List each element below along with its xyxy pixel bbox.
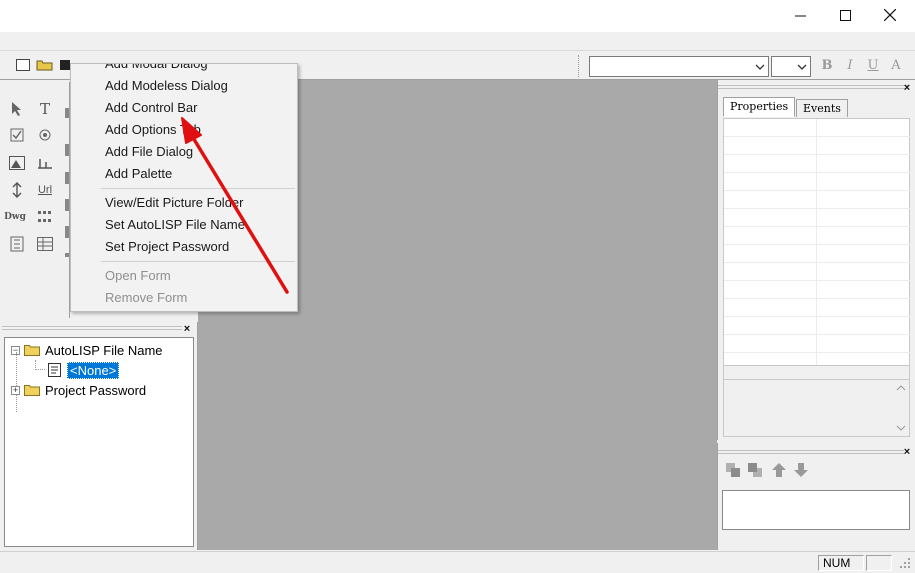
move-up-icon[interactable] (770, 461, 788, 479)
title-bar (0, 0, 915, 32)
file-icon (47, 362, 63, 378)
properties-close-icon[interactable]: × (902, 83, 912, 94)
project-tree-panel: × − AutoLISP File Name <None> + Project … (0, 322, 198, 550)
maximize-button[interactable] (822, 0, 868, 30)
menu-item-set-autolisp-file-name[interactable]: Set AutoLISP File Name (105, 214, 245, 236)
menu-item-add-modeless-dialog[interactable]: Add Modeless Dialog (105, 75, 228, 97)
text-icon[interactable]: T (34, 98, 56, 120)
chevron-down-icon (755, 64, 765, 70)
tree-node-label: <None> (67, 361, 120, 379)
font-name-combo[interactable] (589, 56, 769, 77)
menu-item-add-modal-dialog[interactable]: Add Modal Dialog (105, 64, 208, 75)
folder-open-icon (24, 344, 40, 356)
project-tree[interactable]: − AutoLISP File Name <None> + Project Pa… (4, 337, 194, 547)
image-icon[interactable] (6, 152, 28, 174)
menu-item-add-file-dialog[interactable]: Add File Dialog (105, 141, 193, 163)
close-icon (884, 9, 896, 21)
tool-palette: T Url Dwg (0, 82, 70, 318)
menu-item-open-form[interactable]: Open Form (105, 265, 171, 287)
num-lock-indicator: NUM (818, 555, 864, 571)
dwg-icon[interactable]: Dwg (4, 206, 26, 228)
spin-icon[interactable] (6, 179, 28, 201)
move-down-icon[interactable] (792, 461, 810, 479)
radio-icon[interactable] (34, 124, 56, 146)
property-grid[interactable] (723, 118, 910, 369)
menu-item-remove-form[interactable]: Remove Form (105, 287, 187, 309)
underline-button[interactable]: U (864, 57, 882, 75)
tree-line (35, 360, 45, 370)
minimize-icon (794, 15, 806, 16)
checkbox-icon[interactable] (6, 124, 28, 146)
tree-close-icon[interactable]: × (182, 324, 192, 335)
minimize-button[interactable] (777, 0, 823, 30)
menu-separator (101, 188, 295, 189)
slider-icon[interactable] (34, 152, 56, 174)
toolbar-grip[interactable] (578, 55, 581, 77)
new-file-icon[interactable] (16, 59, 30, 71)
tab-properties[interactable]: Properties (723, 97, 796, 117)
alignment-list[interactable] (722, 490, 910, 530)
tree-node-autolisp-file-name[interactable]: − AutoLISP File Name (11, 340, 163, 360)
menu-item-set-project-password[interactable]: Set Project Password (105, 236, 229, 258)
bold-button[interactable]: B (818, 57, 836, 75)
expand-icon[interactable]: + (11, 385, 20, 395)
alignment-close-icon[interactable]: × (902, 447, 912, 458)
maximize-icon (839, 9, 851, 21)
menu-separator (101, 261, 295, 262)
url-icon[interactable]: Url (34, 179, 56, 201)
open-folder-icon[interactable] (36, 59, 54, 71)
panel-gripper[interactable] (718, 450, 904, 454)
panel-gripper[interactable] (718, 85, 908, 89)
layer-back-icon[interactable] (724, 461, 742, 479)
tree-node-project-password[interactable]: + Project Password (11, 380, 146, 400)
tree-node-none[interactable]: <None> (47, 360, 120, 380)
frame-icon[interactable] (6, 233, 28, 255)
resize-grip-icon[interactable] (898, 556, 912, 570)
italic-button[interactable]: I (841, 57, 859, 75)
context-menu: Add Modal Dialog Add Modeless Dialog Add… (70, 63, 298, 312)
font-size-combo[interactable] (771, 56, 811, 77)
alignment-panel: × (717, 443, 915, 550)
layer-forward-icon[interactable] (746, 461, 764, 479)
grid-icon[interactable] (34, 206, 56, 228)
tab-events[interactable]: Events (796, 99, 848, 117)
save-icon[interactable] (60, 60, 70, 70)
status-bar: NUM (0, 551, 915, 572)
menu-item-add-palette[interactable]: Add Palette (105, 163, 172, 185)
property-description (723, 365, 910, 437)
menu-item-view-edit-picture-folder[interactable]: View/Edit Picture Folder (105, 192, 244, 214)
scroll-arrows-icon (896, 385, 906, 431)
pointer-icon[interactable] (6, 98, 28, 120)
text-style-button[interactable]: A (887, 57, 905, 75)
table-icon[interactable] (34, 233, 56, 255)
tree-node-label: AutoLISP File Name (45, 342, 163, 358)
panel-gripper[interactable] (2, 326, 182, 330)
status-pane-empty (866, 555, 892, 571)
folder-icon (24, 384, 40, 396)
properties-panel: × Properties Events (717, 80, 915, 440)
menu-item-add-options-tab[interactable]: Add Options Tab (105, 119, 201, 141)
close-button[interactable] (867, 0, 913, 30)
description-header (724, 366, 909, 380)
chevron-down-icon (797, 64, 807, 70)
tree-node-label: Project Password (45, 382, 147, 398)
menu-item-add-control-bar[interactable]: Add Control Bar (105, 97, 198, 119)
description-scrollbar[interactable] (893, 380, 909, 436)
